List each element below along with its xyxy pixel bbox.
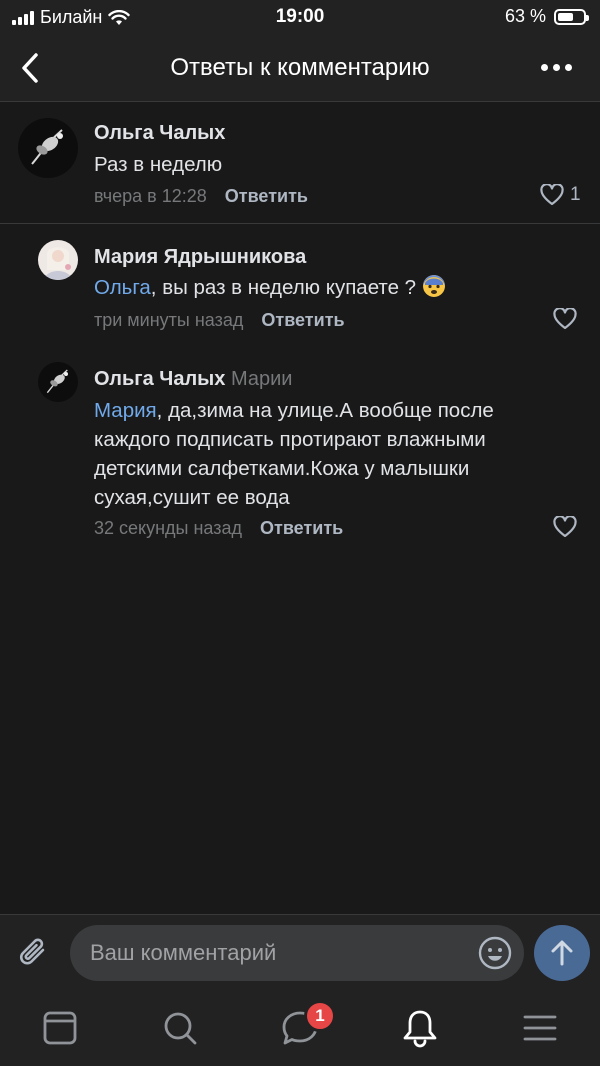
like-button[interactable] xyxy=(553,516,577,538)
page-title: Ответы к комментарию xyxy=(170,54,430,81)
comment-input[interactable] xyxy=(90,925,470,981)
comment-time: три минуты назад xyxy=(94,310,244,330)
battery-percent: 63 % xyxy=(504,6,546,26)
comment-meta: 32 секунды назад Ответить xyxy=(94,518,343,539)
navigation-bar: Ответы к комментарию xyxy=(0,34,600,102)
heart-icon xyxy=(553,516,577,538)
menu-icon[interactable] xyxy=(520,1008,560,1048)
comment-text-line: каждого подписать протирают влажными xyxy=(94,428,486,451)
comment-input-box xyxy=(70,925,524,981)
battery-icon xyxy=(554,8,589,25)
comment-meta: три минуты назад Ответить xyxy=(94,310,345,331)
avatar[interactable] xyxy=(18,118,78,178)
comment-author[interactable]: Ольга Чалых xyxy=(94,122,225,145)
comment-text-line: сухая,сушит ее вода xyxy=(94,486,290,509)
comment-meta: вчера в 12:28 Ответить xyxy=(94,186,308,207)
reply-to-label[interactable]: Марии xyxy=(231,368,292,390)
messages-badge: 1 xyxy=(304,1000,336,1032)
comment-text-line: Мария, да,зима на улице.А вообще после xyxy=(94,399,494,422)
comment-reply: Мария Ядрышникова Ольга, вы раз в неделю… xyxy=(0,224,600,346)
comment-author[interactable]: Ольга Чалых xyxy=(94,368,225,390)
battery-info: 63 % xyxy=(504,6,589,27)
comment-text: Мария, да,зима на улице.А вообще после к… xyxy=(94,396,584,512)
like-count: 1 xyxy=(570,184,581,205)
comment-author-line: Ольга Чалых Марии xyxy=(94,368,292,391)
reply-button[interactable]: Ответить xyxy=(225,186,308,206)
avatar[interactable] xyxy=(38,362,78,402)
comment-reply: Ольга Чалых Марии Мария, да,зима на улиц… xyxy=(0,346,600,556)
paperclip-icon[interactable] xyxy=(16,935,52,971)
mention-link[interactable]: Мария xyxy=(94,399,157,422)
comment-author[interactable]: Мария Ядрышникова xyxy=(94,246,306,269)
notifications-icon[interactable] xyxy=(400,1008,440,1048)
reply-button[interactable]: Ответить xyxy=(261,310,344,330)
arrow-up-icon xyxy=(551,940,573,966)
more-dots-icon[interactable] xyxy=(541,64,572,71)
search-icon[interactable] xyxy=(160,1008,200,1048)
smile-icon[interactable] xyxy=(476,934,514,972)
like-button[interactable]: 1 xyxy=(540,184,581,206)
comment-text: Раз в неделю xyxy=(94,153,223,176)
feed-icon[interactable] xyxy=(40,1008,80,1048)
fearful-face-emoji-icon xyxy=(422,275,445,297)
comment-root: Ольга Чалых Раз в неделю вчера в 12:28 От… xyxy=(0,102,600,223)
comment-composer xyxy=(0,914,600,990)
comment-time: вчера в 12:28 xyxy=(94,186,207,206)
mention-link[interactable]: Ольга xyxy=(94,276,151,299)
tab-bar xyxy=(0,990,600,1066)
send-button[interactable] xyxy=(534,925,590,981)
comment-time: 32 секунды назад xyxy=(94,518,243,538)
comment-text-body: , вы раз в неделю купаете ? xyxy=(150,276,417,299)
reply-button[interactable]: Ответить xyxy=(260,518,343,538)
comment-text: Ольга, вы раз в неделю купаете ? xyxy=(94,273,446,302)
battery-level xyxy=(558,12,574,21)
heart-icon xyxy=(540,184,564,206)
comment-text-line: детскими салфетками.Кожа у малышки xyxy=(94,457,470,480)
status-bar: Билайн 19:00 63 % xyxy=(0,0,600,34)
heart-icon xyxy=(553,308,577,330)
avatar[interactable] xyxy=(38,240,78,280)
like-button[interactable] xyxy=(553,308,577,330)
